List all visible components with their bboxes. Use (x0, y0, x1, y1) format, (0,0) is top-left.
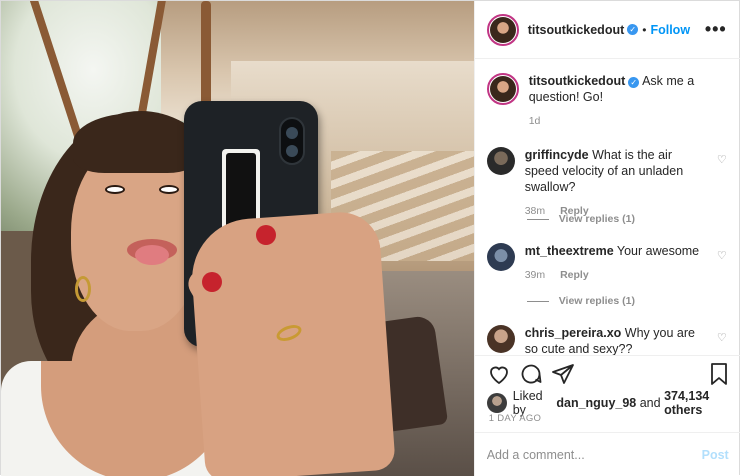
like-comment-heart-icon[interactable]: ♡ (717, 331, 727, 344)
likes-count[interactable]: 374,134 others (664, 389, 739, 417)
comment-username[interactable]: griffincyde (525, 148, 589, 162)
tongue (135, 245, 169, 265)
post-comment-button[interactable]: Post (702, 448, 729, 462)
eye-right (159, 185, 179, 194)
hand (188, 209, 396, 476)
author-avatar[interactable] (486, 13, 519, 46)
view-replies-button[interactable]: View replies (1) (526, 295, 635, 307)
bangs (73, 113, 199, 173)
post-photo[interactable] (1, 1, 474, 476)
add-comment-input[interactable] (486, 447, 702, 462)
fingernail (256, 225, 276, 245)
avatar-image (489, 16, 516, 43)
comment-bubble-icon[interactable] (519, 362, 543, 386)
view-replies-button[interactable]: View replies (1) (526, 213, 635, 225)
replies-line (526, 300, 549, 302)
commenter-avatar[interactable] (486, 325, 515, 353)
post-header: titsoutkickedout ✓ • Follow ••• (474, 1, 740, 59)
avatar-image (489, 76, 516, 102)
add-comment-bar: Post (474, 432, 740, 476)
like-comment-heart-icon[interactable]: ♡ (717, 249, 727, 262)
bookmark-icon[interactable] (707, 362, 731, 386)
caption-avatar[interactable] (486, 73, 519, 105)
earring (75, 276, 91, 302)
phone-camera (279, 117, 305, 165)
caption-username[interactable]: titsoutkickedout (529, 74, 626, 88)
more-options-icon[interactable]: ••• (705, 19, 727, 40)
action-bar (474, 355, 740, 391)
comment-username[interactable]: mt_theextreme (525, 244, 614, 258)
comment-age: 39m (524, 269, 546, 281)
like-comment-heart-icon[interactable]: ♡ (717, 153, 727, 166)
share-paper-plane-icon[interactable] (551, 362, 575, 386)
caption-age: 1d (528, 115, 541, 127)
separator-dot: • (642, 22, 647, 37)
caption: titsoutkickedout ✓ Ask me a question! Go!… (486, 73, 727, 129)
instagram-post: titsoutkickedout ✓ • Follow ••• titsoutk… (0, 0, 740, 476)
like-heart-icon[interactable] (487, 362, 511, 386)
view-replies-label: View replies (1) (558, 295, 635, 307)
post-side-panel: titsoutkickedout ✓ • Follow ••• titsoutk… (473, 1, 740, 476)
camera-lens (286, 127, 298, 139)
likes-joiner: and (639, 396, 661, 410)
camera-lens (286, 145, 298, 157)
post-date: 1 DAY AGO (488, 413, 542, 424)
verified-badge-icon: ✓ (628, 77, 640, 88)
comment: chris_pereira.xo Why you are so cute and… (486, 325, 737, 355)
fingernail (202, 272, 222, 292)
verified-badge-icon: ✓ (627, 24, 639, 35)
comments-list[interactable]: titsoutkickedout ✓ Ask me a question! Go!… (475, 59, 740, 355)
view-replies-label: View replies (1) (558, 213, 635, 225)
comment: mt_theextreme Your awesome 39m Reply (486, 243, 737, 283)
eye-left (105, 185, 125, 194)
reply-button[interactable]: Reply (560, 269, 589, 281)
commenter-avatar[interactable] (486, 243, 515, 271)
liker-avatar[interactable] (486, 393, 507, 413)
author-username[interactable]: titsoutkickedout (528, 23, 625, 37)
replies-line (526, 218, 549, 220)
comment: griffincyde What is the air speed veloci… (486, 147, 737, 219)
comment-username[interactable]: chris_pereira.xo (525, 326, 622, 340)
comment-text: Your awesome (616, 244, 700, 258)
commenter-avatar[interactable] (486, 147, 515, 175)
liker-username[interactable]: dan_nguy_98 (556, 396, 636, 410)
follow-button[interactable]: Follow (650, 23, 690, 37)
